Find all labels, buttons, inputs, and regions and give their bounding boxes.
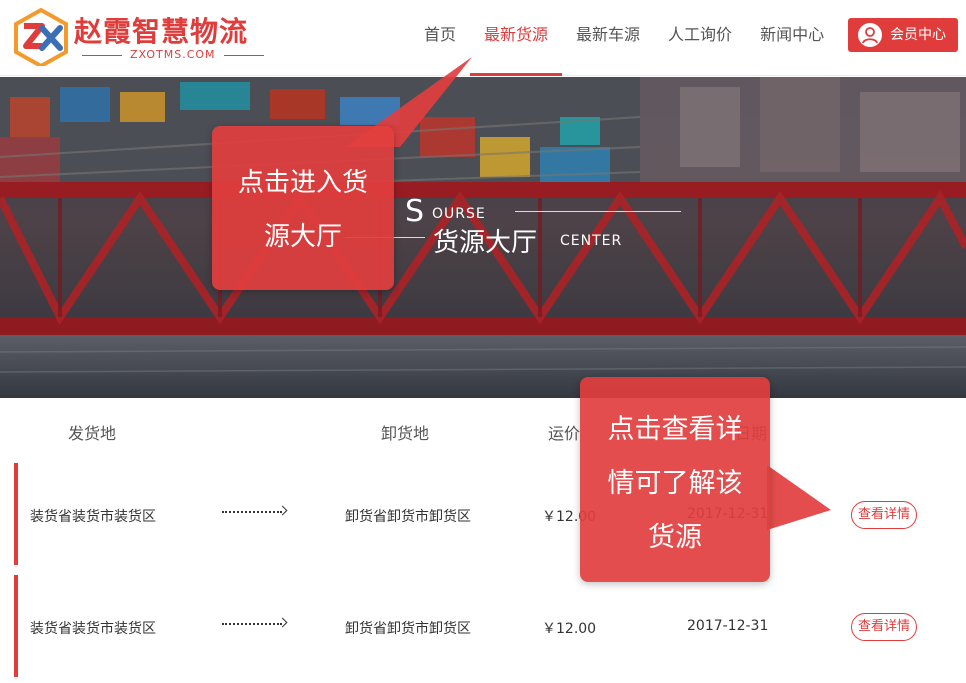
banner-title-letter: S — [405, 194, 425, 229]
logo-domain: ZXOTMS.COM — [130, 48, 216, 61]
nav-item-latest-cargo[interactable]: 最新货源 — [470, 0, 563, 76]
member-center-button[interactable]: 会员中心 — [848, 18, 958, 52]
banner-title-line — [515, 211, 681, 212]
tooltip-line: 源大厅 — [263, 222, 342, 252]
row-origin: 装货省装货市装货区 — [30, 621, 156, 637]
logo-divider-right — [224, 55, 264, 56]
header-price: 运价 — [548, 424, 581, 443]
table-row[interactable]: 装货省装货市装货区 卸货省卸货市卸货区 ￥12.00 2017-12-31 查看… — [14, 575, 966, 677]
row-origin: 装货省装货市装货区 — [30, 509, 156, 525]
member-center-label: 会员中心 — [890, 27, 946, 43]
tooltip-view-details: 点击查看详 情可了解该 货源 — [580, 377, 770, 582]
logo-text: 赵霞智慧物流 — [74, 15, 249, 48]
user-icon — [858, 23, 882, 47]
nav-item-news[interactable]: 新闻中心 — [746, 0, 838, 76]
callout-pointer — [767, 465, 831, 530]
row-date: 2017-12-31 — [687, 618, 769, 634]
tooltip-line: 点击查看详 — [607, 414, 743, 445]
banner-title-center: CENTER — [560, 233, 623, 249]
header-destination: 卸货地 — [381, 424, 430, 443]
nav-item-manual-quote[interactable]: 人工询价 — [654, 0, 746, 76]
view-details-button[interactable]: 查看详情 — [851, 501, 917, 529]
banner-title-en: OURSE — [432, 206, 486, 222]
row-destination: 卸货省卸货市卸货区 — [345, 509, 471, 525]
nav-item-latest-vehicles[interactable]: 最新车源 — [562, 0, 654, 76]
tooltip-line: 情可了解该 — [607, 468, 743, 499]
logo[interactable]: 赵霞智慧物流 ZXOTMS.COM — [12, 8, 272, 68]
header-origin: 发货地 — [68, 424, 117, 443]
route-arrow-icon — [222, 623, 282, 627]
cargo-table-header: 发货地 卸货地 运价 日期 — [0, 398, 966, 462]
hero-banner[interactable]: S OURSE 货源大厅 CENTER — [0, 77, 966, 398]
tooltip-line: 点击进入货 — [237, 168, 368, 198]
banner-title-cn: 货源大厅 — [433, 228, 538, 258]
site-header: 赵霞智慧物流 ZXOTMS.COM 首页 最新货源 最新车源 人工询价 新闻中心… — [0, 0, 966, 76]
view-details-button[interactable]: 查看详情 — [851, 613, 917, 641]
row-destination: 卸货省卸货市卸货区 — [345, 621, 471, 637]
route-arrow-icon — [222, 511, 282, 515]
row-price: ￥12.00 — [542, 621, 597, 637]
logo-mark-icon — [14, 8, 68, 66]
tooltip-line: 货源 — [648, 522, 702, 553]
logo-divider-left — [82, 55, 122, 56]
tooltip-cargo-hall: 点击进入货 源大厅 — [212, 126, 394, 290]
